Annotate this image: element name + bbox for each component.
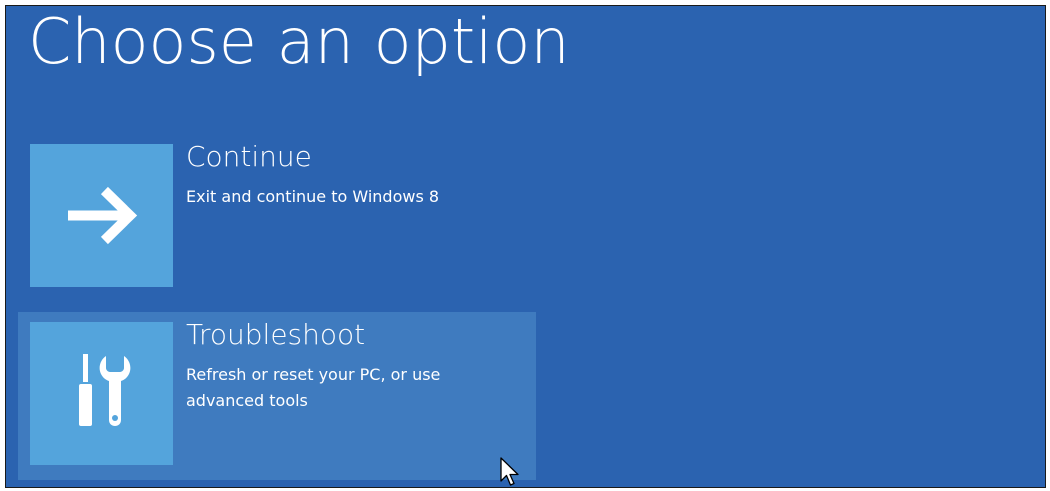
troubleshoot-option-description: Refresh or reset your PC, or use advance… bbox=[186, 365, 441, 410]
troubleshoot-tile[interactable] bbox=[30, 322, 173, 465]
troubleshoot-option-title: Troubleshoot bbox=[186, 318, 366, 351]
arrow-right-icon bbox=[68, 186, 138, 245]
continue-option-title: Continue bbox=[186, 140, 312, 173]
mouse-pointer-icon bbox=[500, 457, 519, 486]
continue-option-description: Exit and continue to Windows 8 bbox=[186, 187, 440, 206]
troubleshoot-option[interactable]: Troubleshoot Refresh or reset your PC, o… bbox=[18, 312, 536, 480]
continue-tile[interactable] bbox=[30, 144, 173, 287]
continue-option[interactable]: Continue Exit and continue to Windows 8 bbox=[18, 134, 536, 302]
recovery-screen: Choose an option Continue Exit and conti… bbox=[5, 5, 1046, 488]
screwdriver-wrench-icon bbox=[79, 354, 131, 426]
page-title: Choose an option bbox=[28, 5, 570, 78]
